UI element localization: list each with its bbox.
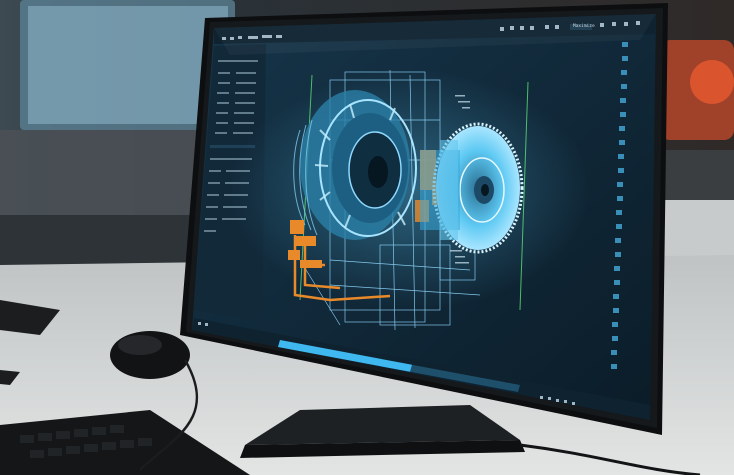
background-machine-wheel: [690, 60, 734, 104]
maximize-button[interactable]: Maximize: [573, 24, 595, 29]
background-desk-shelf: [0, 130, 200, 220]
engine-connector: [420, 140, 460, 240]
viewport-glow: [230, 70, 590, 310]
background-monitor-screen: [28, 6, 228, 124]
scene-svg: [0, 0, 734, 475]
photo-scene: Maximize: [0, 0, 734, 475]
